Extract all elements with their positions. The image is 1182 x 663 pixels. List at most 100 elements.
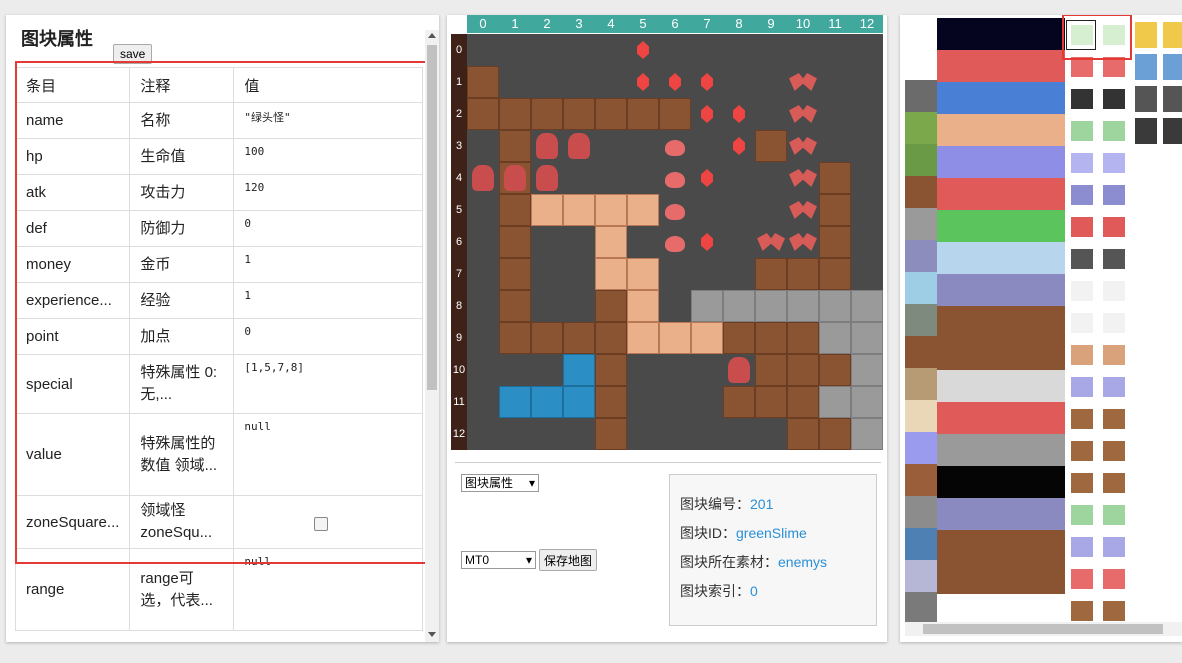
block-tile[interactable] [531, 194, 563, 226]
red-gem[interactable] [691, 162, 723, 194]
property-value[interactable]: [1,5,7,8] [233, 354, 423, 414]
palette-tile[interactable] [937, 178, 1065, 210]
wall-tile[interactable] [755, 386, 787, 418]
palette-tile[interactable] [905, 400, 937, 432]
red-bat[interactable] [787, 194, 819, 226]
monster-sprite[interactable] [1071, 281, 1093, 301]
red-slime[interactable] [659, 194, 691, 226]
red-orc[interactable] [531, 130, 563, 162]
red-bat[interactable] [787, 226, 819, 258]
block-tile[interactable] [627, 258, 659, 290]
monster-sprite[interactable] [1071, 217, 1093, 237]
red-gem[interactable] [659, 66, 691, 98]
palette-tile[interactable] [937, 210, 1065, 242]
monster-sprite[interactable] [1103, 121, 1125, 141]
property-value[interactable]: 0 [233, 210, 423, 247]
hero-sprite[interactable] [1135, 118, 1157, 144]
wall-tile[interactable] [531, 98, 563, 130]
wall-tile[interactable] [755, 322, 787, 354]
wall-tile[interactable] [531, 322, 563, 354]
water-tile[interactable] [563, 354, 595, 386]
red-bat[interactable] [755, 226, 787, 258]
wall-tile[interactable] [755, 130, 787, 162]
monster-sprite[interactable] [1103, 153, 1125, 173]
red-gem[interactable] [723, 130, 755, 162]
hero-sprite[interactable] [1163, 86, 1182, 112]
zone-square-checkbox[interactable] [314, 516, 329, 531]
tile-palette[interactable] [905, 18, 1182, 642]
stone-tile[interactable] [787, 290, 819, 322]
monster-sprite[interactable] [1071, 57, 1093, 77]
wall-tile[interactable] [787, 386, 819, 418]
map-canvas[interactable] [467, 34, 883, 450]
monster-sprite[interactable] [1071, 601, 1093, 621]
monster-sprite[interactable] [1103, 249, 1125, 269]
property-value[interactable]: 120 [233, 174, 423, 211]
stone-tile[interactable] [851, 386, 883, 418]
palette-tile[interactable] [937, 370, 1065, 402]
red-orc[interactable] [531, 162, 563, 194]
palette-tile[interactable] [905, 496, 937, 528]
water-tile[interactable] [563, 386, 595, 418]
wall-tile[interactable] [499, 258, 531, 290]
monster-sprite[interactable] [1071, 441, 1093, 461]
wall-tile[interactable] [499, 130, 531, 162]
monster-sprite[interactable] [1071, 89, 1093, 109]
wall-tile[interactable] [787, 418, 819, 450]
monster-sprite[interactable] [1103, 473, 1125, 493]
red-orc[interactable] [467, 162, 499, 194]
wall-tile[interactable] [499, 290, 531, 322]
wall-tile[interactable] [659, 98, 691, 130]
block-tile[interactable] [563, 194, 595, 226]
wall-tile[interactable] [595, 290, 627, 322]
block-tile[interactable] [595, 258, 627, 290]
palette-tile[interactable] [905, 368, 937, 400]
palette-tile[interactable] [905, 48, 937, 80]
monster-sprite[interactable] [1103, 185, 1125, 205]
palette-tile[interactable] [937, 242, 1065, 274]
wall-tile[interactable] [499, 98, 531, 130]
vertical-scrollbar[interactable] [425, 30, 439, 642]
wall-tile[interactable] [595, 386, 627, 418]
monster-sprite[interactable] [1071, 473, 1093, 493]
wall-tile[interactable] [819, 258, 851, 290]
block-tile[interactable] [691, 322, 723, 354]
stone-tile[interactable] [755, 290, 787, 322]
monster-sprite[interactable] [1071, 121, 1093, 141]
wall-tile[interactable] [467, 98, 499, 130]
palette-tile[interactable] [905, 240, 937, 272]
stone-tile[interactable] [851, 290, 883, 322]
save-map-button[interactable]: 保存地图 [539, 549, 598, 571]
wall-tile[interactable] [755, 258, 787, 290]
wall-tile[interactable] [787, 322, 819, 354]
wall-tile[interactable] [467, 66, 499, 98]
monster-sprite[interactable] [1071, 409, 1093, 429]
property-value[interactable]: 100 [233, 138, 423, 175]
wall-tile[interactable] [595, 354, 627, 386]
palette-tile[interactable] [937, 50, 1065, 82]
monster-sprite[interactable] [1071, 377, 1093, 397]
monster-sprite[interactable] [1103, 569, 1125, 589]
palette-tile[interactable] [905, 304, 937, 336]
palette-tile[interactable] [905, 336, 937, 368]
stone-tile[interactable] [851, 418, 883, 450]
floor-select[interactable]: MT0 ▾ [461, 551, 536, 569]
property-value[interactable]: null [233, 548, 423, 631]
wall-tile[interactable] [563, 98, 595, 130]
monster-sprite[interactable] [1071, 153, 1093, 173]
red-gem[interactable] [691, 226, 723, 258]
palette-tile[interactable] [905, 176, 937, 208]
red-gem[interactable] [691, 98, 723, 130]
palette-tile[interactable] [937, 18, 1065, 50]
stone-tile[interactable] [723, 290, 755, 322]
palette-tile[interactable] [937, 402, 1065, 434]
wall-tile[interactable] [755, 354, 787, 386]
wall-tile[interactable] [787, 354, 819, 386]
property-value[interactable]: 1 [233, 282, 423, 319]
property-value[interactable] [233, 495, 423, 549]
monster-sprite[interactable] [1103, 409, 1125, 429]
mode-select[interactable]: 图块属性 ▾ [461, 474, 539, 492]
hero-sprite[interactable] [1163, 118, 1182, 144]
palette-tile[interactable] [905, 528, 937, 560]
monster-sprite[interactable] [1103, 89, 1125, 109]
